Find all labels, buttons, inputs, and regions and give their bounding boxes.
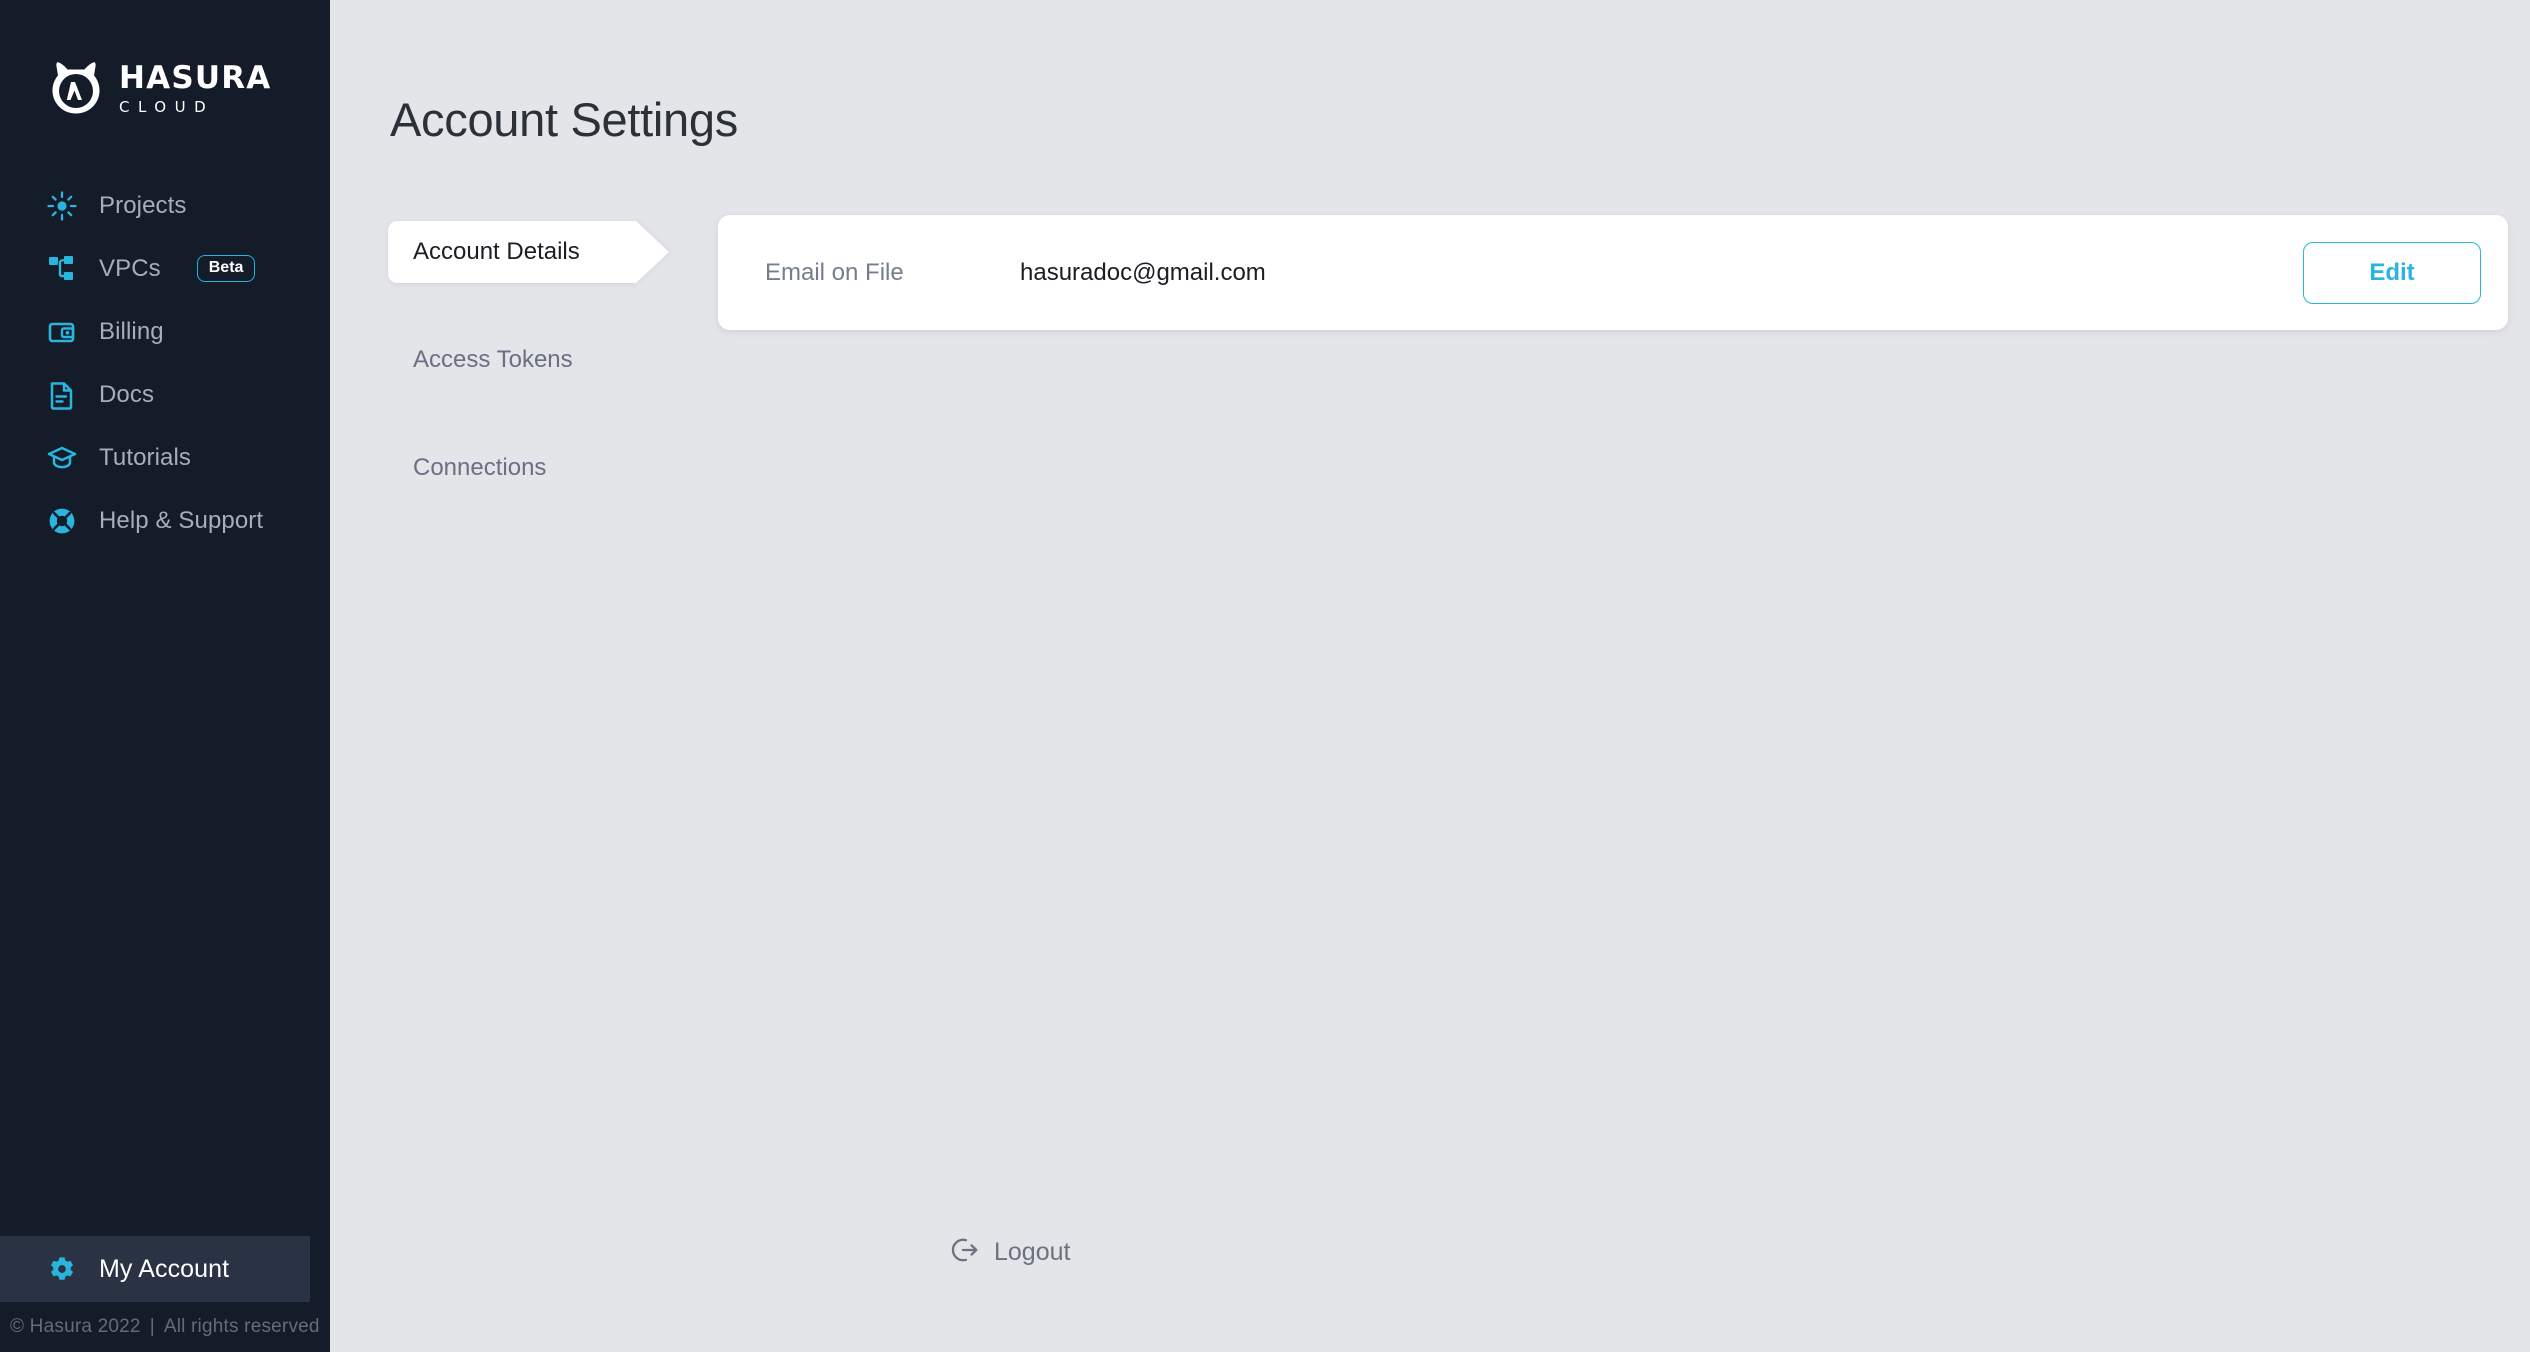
wallet-icon (47, 317, 77, 347)
sidebar-item-label: Billing (99, 317, 164, 345)
tab-access-tokens[interactable]: Access Tokens (388, 329, 698, 391)
sidebar-item-vpcs[interactable]: VPCs Beta (0, 237, 330, 300)
hasura-cat-lambda-logo-icon (47, 60, 105, 118)
app-root: HASURA CLOUD Projects VPCs Beta Billing … (0, 0, 2530, 1352)
settings-content: Account Details Access Tokens Connection… (330, 147, 2530, 545)
sidebar-item-my-account[interactable]: My Account (0, 1236, 310, 1302)
tab-label: Connections (413, 454, 547, 481)
network-nodes-icon (47, 254, 77, 284)
sidebar-item-tutorials[interactable]: Tutorials (0, 426, 330, 489)
logout-button[interactable]: Logout (950, 1235, 1070, 1270)
sidebar-item-billing[interactable]: Billing (0, 300, 330, 363)
sidebar-bottom-section: My Account (0, 1236, 310, 1302)
graduation-cap-icon (47, 443, 77, 473)
sidebar-item-label: VPCs (99, 254, 161, 282)
email-on-file-value: hasuradoc@gmail.com (1020, 258, 1266, 286)
sidebar-nav: Projects VPCs Beta Billing Docs Tutorial… (0, 174, 330, 552)
sidebar-item-label: Projects (99, 191, 187, 219)
sidebar-item-projects[interactable]: Projects (0, 174, 330, 237)
sidebar-item-label: Help & Support (99, 506, 264, 534)
brand-product: CLOUD (119, 98, 215, 116)
footer-rights: All rights reserved (163, 1316, 320, 1337)
gear-icon (47, 1254, 77, 1284)
brand-text: HASURA CLOUD (119, 63, 272, 115)
sidebar-item-label: Docs (99, 380, 155, 408)
footer-copyright: © Hasura 2022 (10, 1316, 141, 1337)
sidebar: HASURA CLOUD Projects VPCs Beta Billing … (0, 0, 330, 1352)
brand-name: HASURA (119, 60, 272, 96)
settings-tab-list: Account Details Access Tokens Connection… (388, 215, 698, 545)
tab-label: Access Tokens (413, 346, 573, 373)
tab-account-details[interactable]: Account Details (388, 221, 636, 283)
main-content: Account Settings Account Details Access … (330, 0, 2530, 1352)
lifebuoy-icon (47, 506, 77, 536)
logout-label: Logout (994, 1238, 1071, 1266)
email-on-file-label: Email on File (765, 258, 904, 286)
sidebar-item-docs[interactable]: Docs (0, 363, 330, 426)
document-icon (47, 380, 77, 410)
sidebar-footer: © Hasura 2022 | All rights reserved (0, 1302, 330, 1352)
sidebar-item-help-support[interactable]: Help & Support (0, 489, 330, 552)
sidebar-item-label: My Account (99, 1254, 230, 1283)
sidebar-item-label: Tutorials (99, 443, 192, 471)
logout-arrow-icon (950, 1235, 980, 1270)
beta-badge: Beta (196, 255, 256, 282)
page-title: Account Settings (390, 93, 738, 146)
tab-label: Account Details (413, 238, 580, 265)
edit-email-button[interactable]: Edit (2303, 241, 2481, 304)
email-on-file-card: Email on File hasuradoc@gmail.com Edit (718, 215, 2508, 330)
tab-connections[interactable]: Connections (388, 437, 698, 499)
brand-logo[interactable]: HASURA CLOUD (0, 0, 330, 118)
sun-burst-icon (47, 190, 77, 221)
footer-separator: | (149, 1316, 155, 1337)
